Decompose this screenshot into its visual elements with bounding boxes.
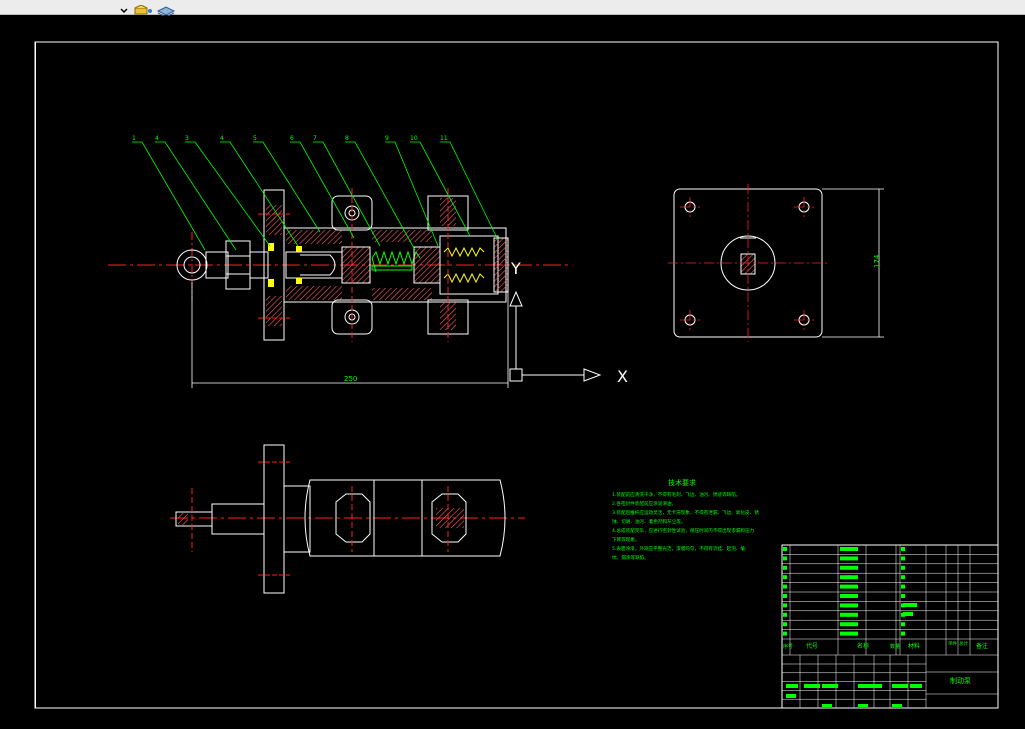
layer-icon[interactable] xyxy=(133,1,153,15)
notes-line: 1.装配前应清洗干净，不得有毛刺、飞边、油污、锈迹等缺陷。 xyxy=(612,491,740,498)
cad-toolbar xyxy=(0,0,1025,18)
bom-cell-text xyxy=(783,584,787,589)
bom-cell-text xyxy=(901,565,905,570)
bom-cell-text xyxy=(901,594,905,598)
notes-line: 3.装配后推杆应运动灵活，无卡滞现象，不得有泄漏、飞边、氧化皮、锈 xyxy=(612,509,759,516)
outer-frame-left-band xyxy=(35,42,36,708)
bom-cell-text xyxy=(783,547,787,551)
bom-header-remark: 备注 xyxy=(976,642,988,650)
dimension-height-value: 174 xyxy=(873,254,881,268)
layers-stack-icon[interactable] xyxy=(156,1,176,18)
notes-line: 蚀、切屑、油污、着色剂和灰尘等。 xyxy=(612,518,686,525)
notes-line: 下降等现象。 xyxy=(612,536,640,543)
bom-header-material: 材料 xyxy=(908,642,920,650)
bom-cell-text xyxy=(892,684,908,688)
bom-cell-text xyxy=(783,565,787,570)
notes-title: 技术要求 xyxy=(668,478,696,487)
callout-number: 3 xyxy=(185,135,189,142)
callout-number: 11 xyxy=(440,135,448,142)
technical-notes: 技术要求 1.装配前应清洗干净，不得有毛刺、飞边、油污、锈迹等缺陷。 2.各密封… xyxy=(612,478,759,561)
bom-cell-text xyxy=(910,684,922,688)
callout-numbers: 1 4 3 4 5 6 7 8 9 10 11 xyxy=(132,135,448,142)
bom-cell-text xyxy=(901,631,905,636)
bom-cell-text xyxy=(822,684,838,688)
bom-cell-text xyxy=(804,684,820,688)
section-view: 1 4 3 4 5 6 7 8 9 10 11 250 xyxy=(108,135,568,388)
notes-line: 5.表面涂漆，外观应平整光洁，漆膜均匀，不得有流挂、起泡、皱 xyxy=(612,545,745,552)
bom-cell-text xyxy=(840,575,858,580)
ucs-x-label: X xyxy=(617,367,628,386)
top-flange xyxy=(263,444,285,594)
dimension-length-value: 250 xyxy=(344,375,357,383)
end-cap xyxy=(493,237,509,293)
callout-number: 5 xyxy=(253,135,257,142)
bom-cell-text xyxy=(840,594,858,598)
callout-number: 6 xyxy=(290,135,294,142)
bom-cell-text xyxy=(840,603,858,608)
bom-header-code: 代号 xyxy=(806,642,818,650)
bom-cell-text xyxy=(840,565,858,570)
bom-cell-text xyxy=(901,575,905,580)
bom-cell-text xyxy=(858,704,868,707)
bom-cell-text xyxy=(901,622,905,627)
bom-cell-text xyxy=(783,612,787,617)
bom-cell-text xyxy=(903,612,913,616)
bom-cell-text xyxy=(858,684,882,688)
ucs-y-label: Y xyxy=(510,259,521,278)
bom-cell-text xyxy=(822,704,832,707)
end-view: 174 xyxy=(668,184,884,342)
callout-number: 1 xyxy=(132,135,136,142)
bom-cell-text xyxy=(783,556,787,561)
outer-frame xyxy=(34,41,999,709)
bom-cell-text xyxy=(783,631,787,636)
bom-header-qty: 数量 xyxy=(890,643,900,650)
bom-header-index: 序号 xyxy=(783,643,793,650)
callout-number: 7 xyxy=(313,135,317,142)
callout-number: 10 xyxy=(410,135,418,142)
notes-line: 2.各密封件装配前应涂润滑油。 xyxy=(612,500,676,507)
bom-cell-text xyxy=(840,556,858,561)
callout-number: 9 xyxy=(385,135,389,142)
return-spring xyxy=(371,250,421,266)
top-view xyxy=(170,444,525,594)
bom-cell-text xyxy=(783,603,787,608)
drawing-title: 制动泵 xyxy=(950,676,971,685)
bom-cell-text xyxy=(783,594,787,598)
bom-cell-text xyxy=(786,684,798,688)
bom-cell-text xyxy=(840,612,858,617)
bom-cell-text xyxy=(840,622,858,627)
primary-piston xyxy=(341,246,371,284)
bom-cell-text xyxy=(783,575,787,580)
bom-cell-text xyxy=(892,704,902,707)
callout-number: 4 xyxy=(155,135,159,142)
bom-cell-text xyxy=(786,694,796,698)
callout-number: 4 xyxy=(220,135,224,142)
bom-cell-text xyxy=(840,547,858,551)
bom-header-name: 名称 xyxy=(857,642,869,650)
drawing-canvas[interactable]: 1 4 3 4 5 6 7 8 9 10 11 250 Y X 174 技术要求… xyxy=(0,15,1025,729)
chevron-down-icon[interactable] xyxy=(120,1,128,14)
bom-header-total: 总计 xyxy=(959,640,968,647)
bom-cell-text xyxy=(903,603,917,607)
bom-cell-text xyxy=(901,584,905,589)
title-block: 序号 代号 名称 数量 材料 单件 总计 备注 制动泵 xyxy=(781,544,999,709)
ucs-icon xyxy=(509,290,602,382)
bom-cell-text xyxy=(783,622,787,627)
notes-line: 4.总成装配完毕，应进行密封性试验，保压时间内不得出现渗漏和压力 xyxy=(612,527,755,534)
bom-cell-text xyxy=(840,631,858,636)
secondary-piston xyxy=(413,246,441,284)
bom-rows xyxy=(783,547,922,707)
length-dimension xyxy=(191,282,509,388)
bom-cell-text xyxy=(901,547,905,551)
bom-cell-text xyxy=(901,556,905,561)
notes-line: 纹、漏涂等缺陷。 xyxy=(612,554,649,561)
callout-number: 8 xyxy=(345,135,349,142)
bom-cell-text xyxy=(840,584,858,589)
bom-header-unit: 单件 xyxy=(948,640,957,647)
